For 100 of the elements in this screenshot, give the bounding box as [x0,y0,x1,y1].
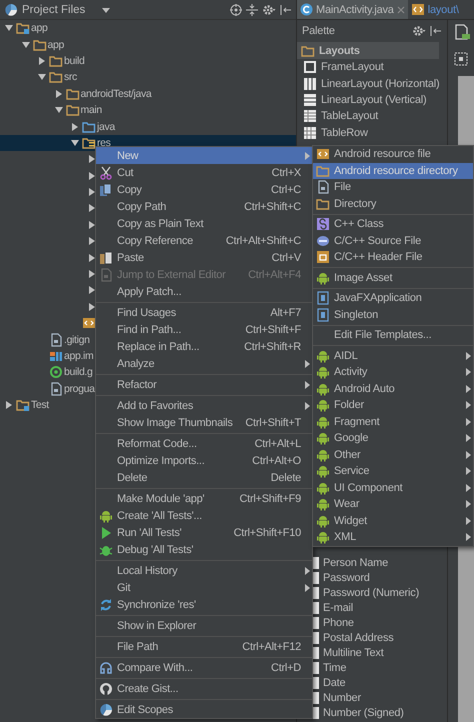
menu-item[interactable]: Delete Delete [96,469,312,486]
menu-item[interactable]: Git [96,579,312,596]
tree-item[interactable]: app [0,36,64,53]
panel-title[interactable]: Project Files [22,4,86,16]
editor-tab[interactable]: MainActivity.java [297,0,408,19]
palette-item[interactable]: Multiline Text [313,646,447,661]
menu-item[interactable]: Google [313,430,473,446]
class-icon [300,3,313,16]
project-icon [4,2,18,16]
menu-item[interactable]: Directory [313,196,473,212]
menu-item[interactable]: Show Image Thumbnails Ctrl+Shift+T [96,414,312,431]
menu-item[interactable]: Create Gist... [96,680,312,697]
menu-item[interactable]: Copy Reference Ctrl+Alt+Shift+C [96,232,312,249]
tree-item[interactable]: java [0,118,115,135]
android-icon [316,514,330,528]
menu-item[interactable]: Local History [96,562,312,579]
menu-item[interactable]: UI Component [313,480,473,496]
palette-item[interactable]: Phone [313,616,447,631]
tree-item[interactable]: progua [0,380,95,397]
menu-item[interactable]: Android resource file [313,146,473,162]
menu-item[interactable]: Android Auto [313,380,473,397]
menu-item[interactable]: Paste Ctrl+V [96,249,312,266]
menu-item[interactable]: Reformat Code... Ctrl+Alt+L [96,435,312,452]
menu-item[interactable]: Optimize Imports... Ctrl+Alt+O [96,452,312,469]
tree-item[interactable]: app.im [0,348,94,364]
menu-item[interactable]: Fragment [313,414,473,430]
menu-item[interactable]: C/C++ Source File [313,232,473,249]
palette-item[interactable]: E-mail [313,600,447,616]
menu-item[interactable]: Add to Favorites [96,397,312,414]
menu-item[interactable]: C/C++ Header File [313,249,473,266]
menu-item[interactable]: Other [313,446,473,463]
menu-item[interactable]: Edit Scopes [96,701,312,718]
menu-item[interactable]: Edit File Templates... [313,327,473,344]
rows-icon [303,92,317,107]
menu-item[interactable]: AIDL [313,348,473,364]
palette-item[interactable]: Number (Signed) [313,706,447,721]
menu-item[interactable]: Make Module 'app' Ctrl+Shift+F9 [96,490,312,507]
palette-item[interactable]: Password (Numeric) [313,586,447,601]
menu-item[interactable]: XML [313,529,473,546]
module-folder-icon [16,398,30,412]
tree-item[interactable]: build [0,52,84,70]
menu-item[interactable]: Analyze [96,355,312,372]
tree-item[interactable]: .gitign [0,331,90,348]
menu-item[interactable]: Image Asset [313,270,473,286]
tree-item[interactable]: Test [0,396,49,414]
tree-item[interactable]: main [0,102,102,118]
menu-item[interactable]: Service [313,463,473,480]
document-icon [316,291,330,306]
menu-item[interactable]: Find Usages Alt+F7 [96,304,312,321]
menu-item[interactable]: JavaFXApplication [313,290,473,306]
menu-item[interactable]: Synchronize 'res' [96,596,312,613]
folder-icon [316,164,330,178]
palette-group[interactable]: Layouts [297,42,439,59]
palette-item[interactable]: FrameLayout [297,59,447,76]
tree-item[interactable]: build.g [0,364,92,381]
menu-item[interactable]: Copy as Plain Text [96,215,312,232]
menu-item[interactable]: Compare With... Ctrl+D [96,659,312,676]
menu-item[interactable]: Create 'All Tests'... [96,507,312,524]
tree-item[interactable]: app [0,20,48,36]
palette-item[interactable]: Date [313,676,447,691]
android-icon [316,270,330,285]
folder-icon [66,103,80,118]
editor-tab[interactable]: layout\ [408,0,462,19]
palette-item[interactable]: TableLayout [297,108,447,125]
android-icon [316,414,330,429]
palette-item[interactable]: LinearLayout (Vertical) [297,92,447,108]
module-folder-icon [16,21,30,36]
menu-item[interactable]: Replace in Path... Ctrl+Shift+R [96,338,312,355]
palette-item[interactable]: Postal Address [313,630,447,646]
palette-item[interactable]: Number [313,690,447,706]
palette-item[interactable]: Password [313,570,447,586]
columns-icon [303,76,317,91]
palette-item[interactable]: Person Name [313,556,447,571]
menu-item[interactable]: Android resource directory [313,162,473,179]
menu-item[interactable]: Wear [313,496,473,512]
menu-item[interactable]: Copy Path Ctrl+Shift+C [96,198,312,215]
menu-item[interactable]: Apply Patch... [96,283,312,300]
menu-item[interactable]: New [96,147,312,164]
menu-item[interactable]: Copy Ctrl+C [96,181,312,198]
menu-item[interactable]: Show in Explorer [96,617,312,634]
palette-item[interactable]: TableRow [297,124,447,141]
menu-item[interactable]: Activity [313,364,473,380]
tree-item[interactable]: src [0,69,77,86]
palette-item[interactable]: Time [313,660,447,676]
pie-icon [99,702,113,716]
menu-item[interactable]: Cut Ctrl+X [96,164,312,181]
palette-item[interactable]: LinearLayout (Horizontal) [297,75,447,92]
tree-item[interactable]: androidTest/java [0,86,152,102]
menu-item[interactable]: Debug 'All Tests' [96,541,312,558]
menu-item[interactable]: Widget [313,512,473,529]
menu-item[interactable]: Refactor [96,376,312,393]
menu-item[interactable]: Find in Path... Ctrl+Shift+F [96,321,312,338]
layout-file-icon [82,316,96,330]
menu-item[interactable]: File Path Ctrl+Alt+F12 [96,638,312,655]
android-icon [316,398,330,412]
menu-item[interactable]: File [313,179,473,196]
menu-item[interactable]: Run 'All Tests' Ctrl+Shift+F10 [96,524,312,541]
menu-item[interactable]: C++ Class [313,216,473,232]
menu-item[interactable]: Singleton [313,306,473,323]
menu-item[interactable]: Folder [313,397,473,414]
